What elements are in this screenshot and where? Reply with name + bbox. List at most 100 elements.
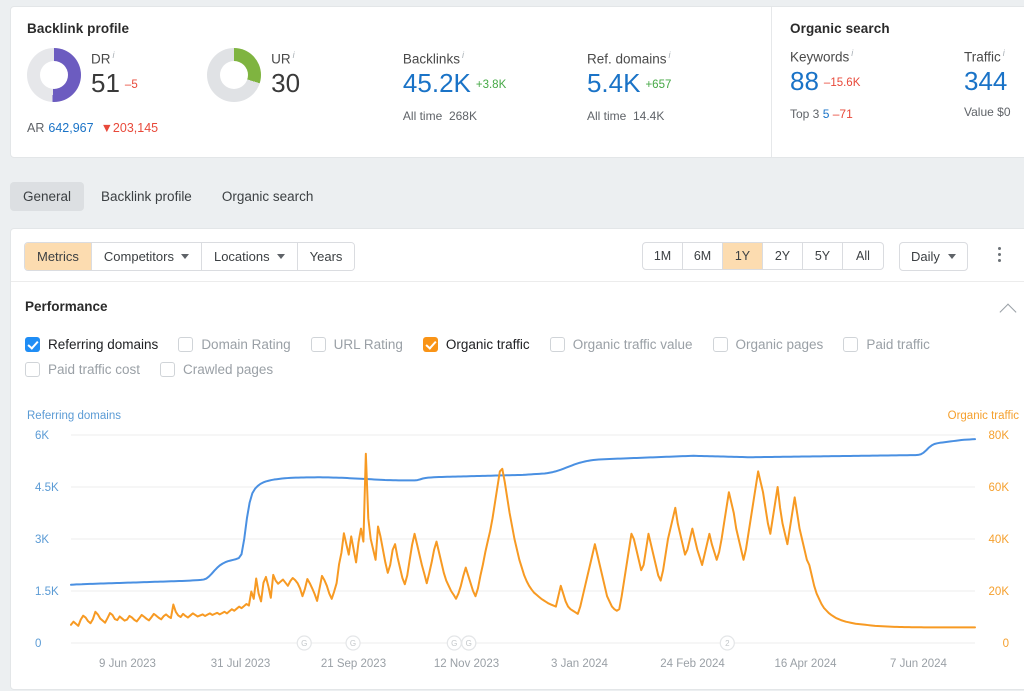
right-axis-tick: 60K xyxy=(989,482,1010,494)
checkbox-label: Domain Rating xyxy=(201,337,290,352)
dr-value-group: 51–5 xyxy=(91,68,138,100)
info-icon[interactable]: i xyxy=(113,50,115,60)
checkbox-referring-domains[interactable]: Referring domains xyxy=(25,337,158,352)
ar-value: 642,967 xyxy=(48,121,93,135)
info-icon[interactable]: i xyxy=(462,50,464,60)
ur-label: URi xyxy=(271,50,300,67)
range-2y[interactable]: 2Y xyxy=(763,243,803,269)
ar-label: AR xyxy=(27,121,44,135)
ur-metric: URi 30 xyxy=(207,48,403,123)
backlink-profile-title: Backlink profile xyxy=(27,21,771,36)
checkbox-icon-unchecked xyxy=(311,337,326,352)
checkbox-paid-traffic[interactable]: Paid traffic xyxy=(843,337,930,352)
keywords-subline: Top 3 5 –71 xyxy=(790,107,964,121)
section-tabs: General Backlink profile Organic search xyxy=(10,178,1024,214)
checkbox-icon-unchecked xyxy=(843,337,858,352)
chevron-up-icon[interactable] xyxy=(1001,301,1015,315)
chart-canvas[interactable]: 001.5K20K3K40K4.5K60K6K80K9 Jun 202331 J… xyxy=(11,425,1024,685)
traffic-label: Traffici xyxy=(964,48,1011,65)
years-button[interactable]: Years xyxy=(298,243,355,270)
range-6m[interactable]: 6M xyxy=(683,243,723,269)
checkbox-organic-traffic[interactable]: Organic traffic xyxy=(423,337,530,352)
metrics-summary-card: Backlink profile DRi 51–5 URi 30 Backlin… xyxy=(10,6,1024,158)
metric-checkbox-row-2: Paid traffic cost Crawled pages xyxy=(25,362,1015,377)
range-1m[interactable]: 1M xyxy=(643,243,683,269)
granularity-dropdown[interactable]: Daily xyxy=(899,242,968,271)
checkbox-icon-unchecked xyxy=(713,337,728,352)
checkbox-url-rating[interactable]: URL Rating xyxy=(311,337,403,352)
metric-checkbox-list: Referring domains Domain Rating URL Rati… xyxy=(25,337,1015,387)
filter-button-group: Metrics Competitors Locations Years xyxy=(24,242,355,271)
checkbox-label: URL Rating xyxy=(334,337,403,352)
metric-checkbox-row-1: Referring domains Domain Rating URL Rati… xyxy=(25,337,1015,352)
date-range-group: 1M 6M 1Y 2Y 5Y All xyxy=(642,242,884,270)
info-icon[interactable]: i xyxy=(293,50,295,60)
checkbox-crawled-pages[interactable]: Crawled pages xyxy=(160,362,273,377)
event-marker-label: G xyxy=(466,639,472,648)
chart-toolbar: Metrics Competitors Locations Years 1M 6… xyxy=(11,229,1024,281)
event-marker-label: 2 xyxy=(725,639,730,648)
ur-value: 30 xyxy=(271,68,300,98)
kebab-menu-icon[interactable] xyxy=(991,243,1007,265)
checkbox-organic-traffic-value[interactable]: Organic traffic value xyxy=(550,337,693,352)
locations-button[interactable]: Locations xyxy=(202,243,298,270)
tab-general[interactable]: General xyxy=(10,182,84,211)
competitors-button[interactable]: Competitors xyxy=(92,243,202,270)
checkbox-icon-unchecked xyxy=(550,337,565,352)
x-axis-tick: 3 Jan 2024 xyxy=(551,658,609,670)
x-axis-tick: 21 Sep 2023 xyxy=(321,658,386,670)
keywords-metric: Keywordsi 88–15.6K Top 3 5 –71 xyxy=(790,48,964,121)
left-axis-tick: 6K xyxy=(35,430,49,442)
checkbox-label: Organic traffic xyxy=(446,337,530,352)
metrics-button[interactable]: Metrics xyxy=(25,243,92,270)
ref-domains-metric: Ref. domainsi 5.4K+657 All time 14.4K xyxy=(587,48,771,123)
range-all[interactable]: All xyxy=(843,243,883,269)
event-marker-label: G xyxy=(451,639,457,648)
info-icon[interactable]: i xyxy=(669,50,671,60)
organic-search-section: Organic search Keywordsi 88–15.6K Top 3 … xyxy=(771,7,1024,157)
keywords-value-group: 88–15.6K xyxy=(790,66,964,98)
traffic-subline: Value $0 xyxy=(964,105,1011,119)
checkbox-paid-traffic-cost[interactable]: Paid traffic cost xyxy=(25,362,140,377)
x-axis-tick: 24 Feb 2024 xyxy=(660,658,725,670)
dr-delta: –5 xyxy=(125,79,138,91)
right-axis-title: Organic traffic xyxy=(948,410,1019,422)
keywords-label: Keywordsi xyxy=(790,48,964,65)
toolbar-divider xyxy=(11,281,1024,282)
performance-title: Performance xyxy=(25,299,108,314)
dr-label: DRi xyxy=(91,50,138,67)
checkbox-organic-pages[interactable]: Organic pages xyxy=(713,337,824,352)
right-axis-tick: 0 xyxy=(1003,638,1009,650)
chevron-down-icon xyxy=(277,254,285,259)
checkbox-label: Organic traffic value xyxy=(573,337,693,352)
tab-backlink-profile[interactable]: Backlink profile xyxy=(88,182,205,211)
checkbox-label: Referring domains xyxy=(48,337,158,352)
ur-donut-chart xyxy=(207,48,261,102)
left-axis-tick: 3K xyxy=(35,534,49,546)
checkbox-icon-unchecked xyxy=(25,362,40,377)
ar-metric: AR642,967▼203,145 xyxy=(27,121,158,135)
tab-organic-search[interactable]: Organic search xyxy=(209,182,327,211)
backlink-metrics-row: DRi 51–5 URi 30 Backlinksi 45.2K+3.8K Al… xyxy=(27,48,771,123)
keywords-delta: –15.6K xyxy=(824,77,860,89)
backlinks-value-group: 45.2K+3.8K xyxy=(403,68,587,100)
chevron-down-icon xyxy=(181,254,189,259)
checkbox-label: Organic pages xyxy=(736,337,824,352)
x-axis-tick: 7 Jun 2024 xyxy=(890,658,948,670)
ref-domains-label: Ref. domainsi xyxy=(587,50,771,67)
checkbox-domain-rating[interactable]: Domain Rating xyxy=(178,337,290,352)
checkbox-icon-unchecked xyxy=(178,337,193,352)
range-1y[interactable]: 1Y xyxy=(723,243,763,269)
right-axis-tick: 40K xyxy=(989,534,1010,546)
traffic-value: 344 xyxy=(964,66,1011,96)
series-line-1 xyxy=(71,439,975,585)
ref-domains-value-group: 5.4K+657 xyxy=(587,68,771,100)
checkbox-label: Paid traffic xyxy=(866,337,930,352)
backlinks-delta: +3.8K xyxy=(476,79,506,91)
checkbox-label: Crawled pages xyxy=(183,362,273,377)
info-icon[interactable]: i xyxy=(1003,48,1005,58)
left-axis-tick: 1.5K xyxy=(35,586,59,598)
range-5y[interactable]: 5Y xyxy=(803,243,843,269)
info-icon[interactable]: i xyxy=(851,48,853,58)
backlinks-metric: Backlinksi 45.2K+3.8K All time 268K xyxy=(403,48,587,123)
